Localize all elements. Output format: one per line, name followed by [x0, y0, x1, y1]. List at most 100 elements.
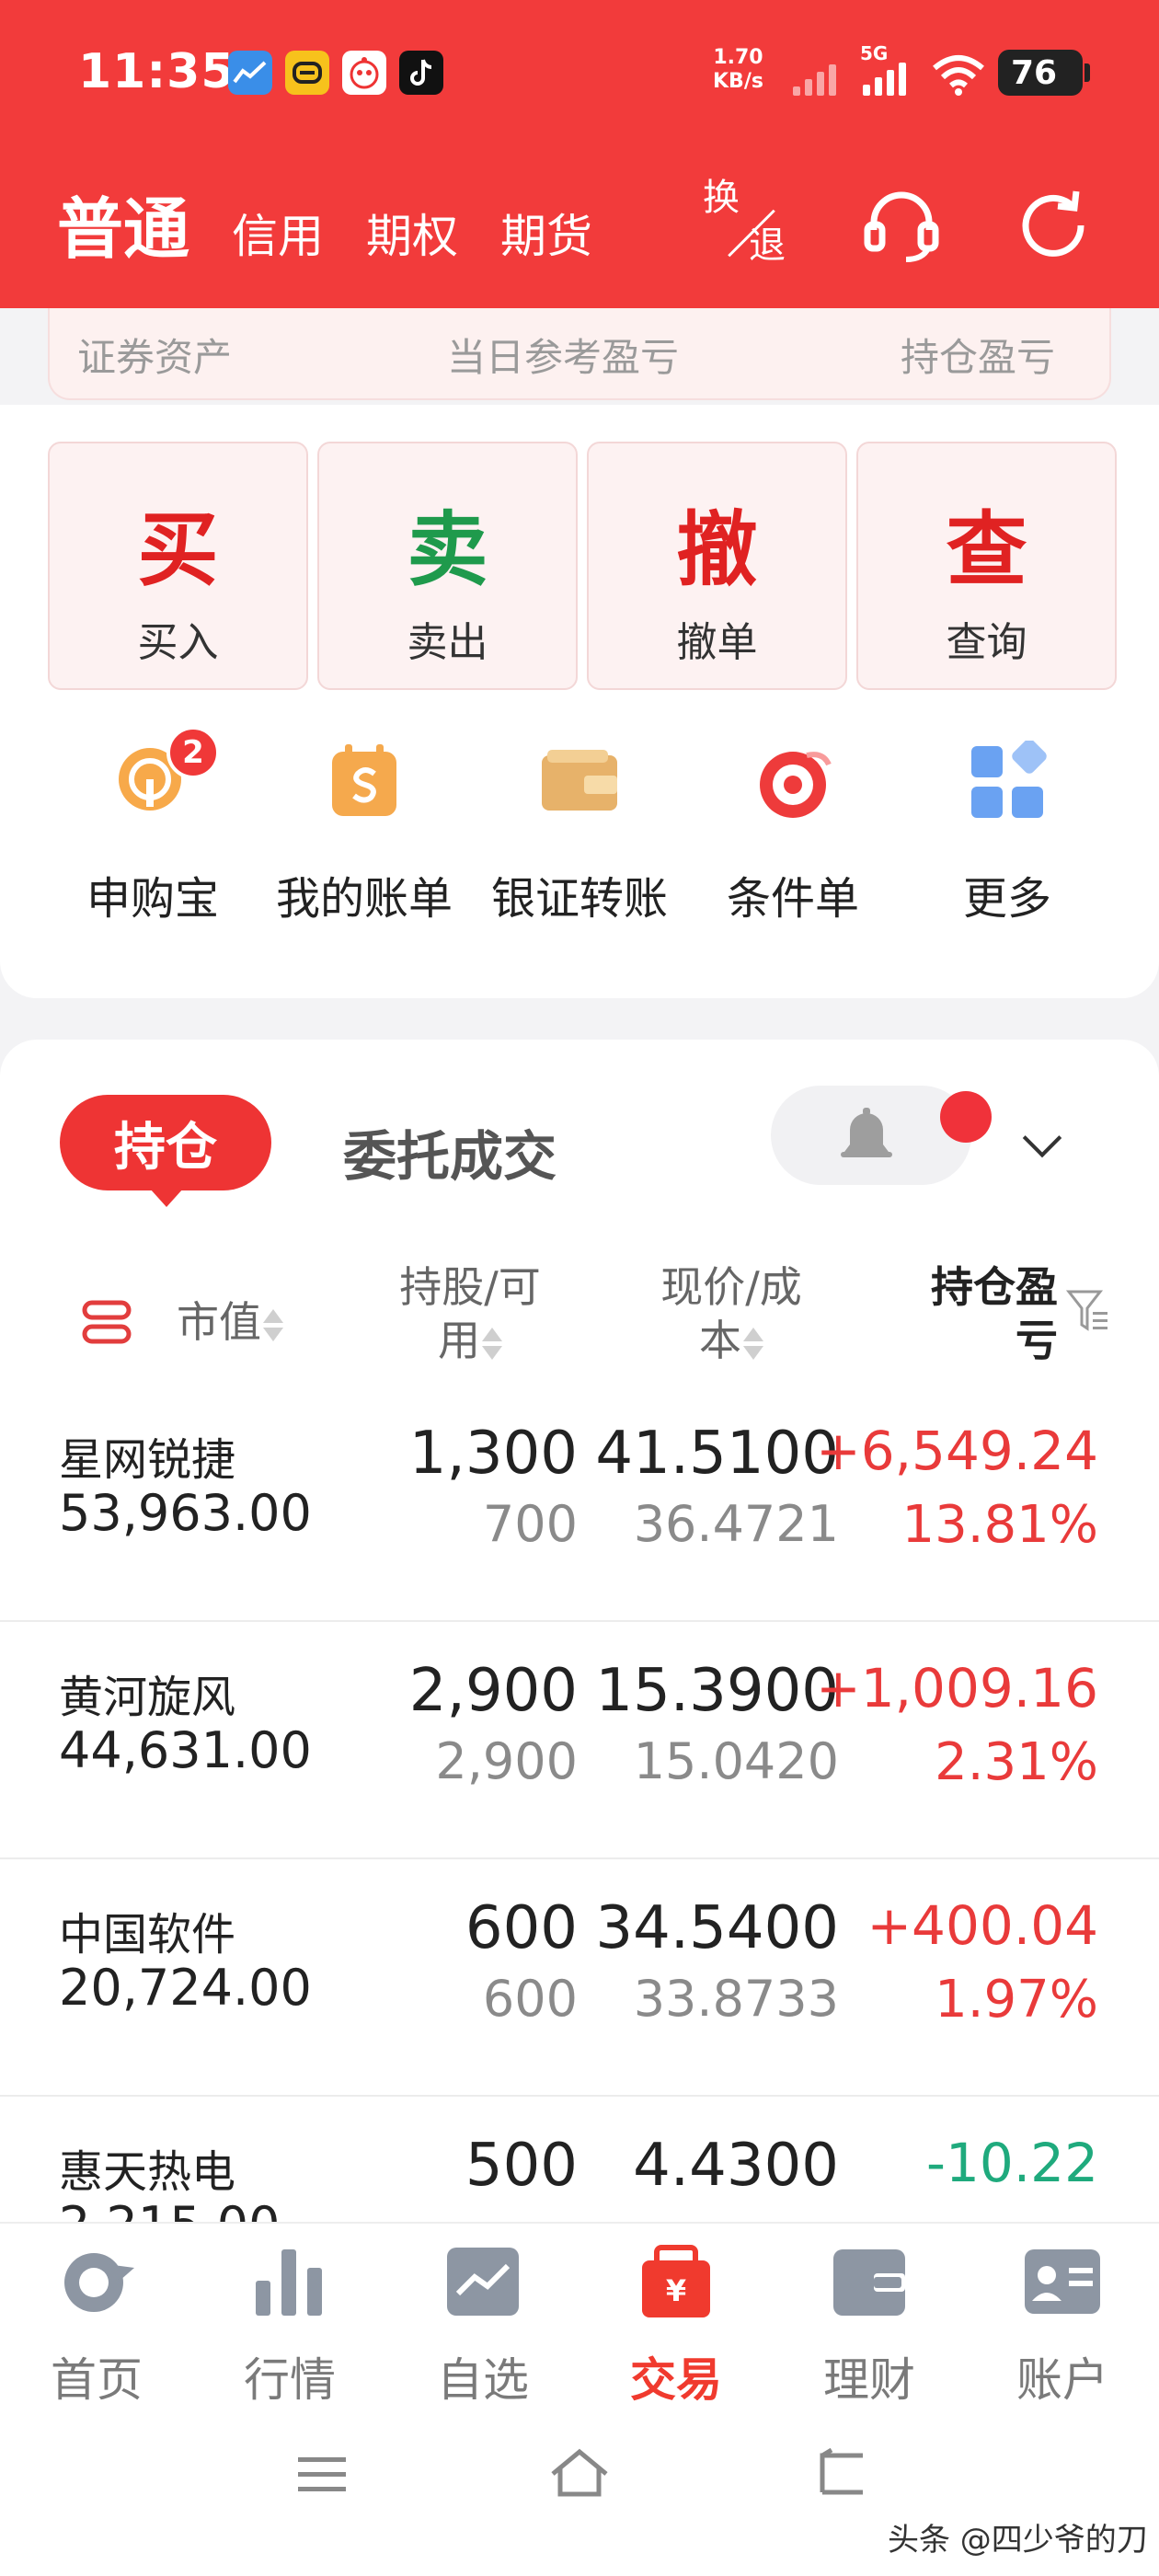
position-pl: +6,549.24	[816, 1420, 1098, 1482]
current-price: 15.3900	[595, 1657, 839, 1725]
home-icon[interactable]	[547, 2446, 612, 2501]
col-qty-available[interactable]: 持股/可 用	[364, 1260, 576, 1367]
available-qty: 2,900	[435, 1732, 578, 1790]
market-value: 2,215.00	[59, 2196, 280, 2222]
list-toggle-icon[interactable]	[81, 1299, 132, 1345]
sort-icon	[480, 1324, 502, 1364]
quick-link-bank-transfer[interactable]: 银证转账	[469, 741, 690, 926]
position-pl: +400.04	[866, 1894, 1098, 1957]
stock-name: 中国软件	[59, 1909, 236, 1961]
refresh-icon[interactable]	[1012, 184, 1095, 267]
bell-icon	[841, 1108, 892, 1157]
wifi-icon	[933, 55, 984, 96]
sort-icon	[741, 1324, 763, 1364]
current-price: 41.5100	[595, 1420, 839, 1488]
watermark: 头条 @四少爷的刀	[888, 2522, 1148, 2559]
buy-button[interactable]: 买 买入	[48, 442, 308, 690]
holding-qty: 500	[465, 2132, 578, 2200]
position-pl: +1,009.16	[816, 1657, 1098, 1719]
quick-links: 2 申购宝 我的账单 银证转账 条件单 更多	[0, 726, 1159, 926]
signal-5g-icon	[863, 59, 906, 96]
chevron-down-icon[interactable]	[1022, 1118, 1062, 1158]
quick-link-conditional-order[interactable]: 条件单	[683, 741, 903, 926]
target-icon	[752, 741, 834, 823]
tab-futures[interactable]: 期货	[500, 200, 592, 266]
app-notification-icon	[228, 51, 272, 95]
nav-account[interactable]: 账户	[980, 2240, 1145, 2409]
trade-icon: ¥	[642, 2245, 710, 2317]
id-card-icon	[1025, 2249, 1100, 2314]
securities-assets-label: 证券资产	[77, 335, 233, 380]
notification-icons	[228, 51, 443, 95]
col-position-pl[interactable]: 持仓盈 亏	[892, 1260, 1058, 1367]
back-icon[interactable]	[808, 2448, 872, 2500]
tab-options[interactable]: 期权	[366, 200, 458, 266]
nav-watchlist[interactable]: 自选	[400, 2240, 566, 2409]
tiktok-icon	[399, 51, 443, 95]
query-button[interactable]: 查 查询	[856, 442, 1117, 690]
notification-toggle[interactable]	[771, 1086, 971, 1185]
clock: 11:35	[78, 44, 235, 99]
tab-credit[interactable]: 信用	[232, 200, 324, 266]
wallet-icon	[833, 2249, 905, 2316]
quick-link-bill[interactable]: 我的账单	[254, 741, 475, 926]
nav-wealth[interactable]: 理财	[786, 2240, 952, 2409]
holding-qty: 600	[465, 1894, 578, 1962]
cost-price: 15.0420	[633, 1732, 839, 1790]
table-row[interactable]: 黄河旋风 44,631.00 2,900 2,900 15.3900 15.04…	[0, 1622, 1159, 1859]
position-pl-label: 持仓盈亏	[901, 335, 1056, 380]
quick-link-subscribe[interactable]: 2 申购宝	[42, 726, 263, 926]
available-qty: 700	[482, 1495, 578, 1553]
menu-icon[interactable]	[294, 2452, 350, 2498]
tab-orders-trades[interactable]: 委托成交	[343, 1113, 557, 1190]
cancel-order-button[interactable]: 撤 撤单	[587, 442, 847, 690]
tab-holdings[interactable]: 持仓	[60, 1095, 271, 1207]
cost-price: 33.8733	[633, 1970, 839, 2028]
table-row[interactable]: 星网锐捷 53,963.00 1,300 700 41.5100 36.4721…	[0, 1385, 1159, 1622]
pl-percent: 1.97%	[935, 1970, 1098, 2030]
subscribe-badge: 2	[166, 726, 220, 779]
trade-action-grid: 买 买入 卖 卖出 撤 撤单 查 查询	[48, 442, 1117, 690]
position-pl: -10.22	[926, 2132, 1098, 2194]
sell-button[interactable]: 卖 卖出	[317, 442, 578, 690]
holding-qty: 1,300	[408, 1420, 578, 1488]
market-value: 20,724.00	[59, 1959, 312, 2017]
bottom-navigation: 首页 行情 自选 ¥ 交易 理财 账户	[0, 2222, 1159, 2415]
current-price: 4.4300	[633, 2132, 839, 2200]
swap-exit-button[interactable]: 换 退	[699, 177, 800, 278]
taxi-app-icon	[285, 51, 329, 95]
nav-home[interactable]: 首页	[14, 2240, 179, 2409]
bar-chart-icon	[256, 2249, 322, 2316]
svg-text:¥: ¥	[666, 2273, 686, 2308]
daily-pl-label: 当日参考盈亏	[447, 335, 680, 380]
battery-indicator: 76	[998, 50, 1090, 96]
line-chart-icon	[447, 2248, 519, 2316]
bill-icon	[323, 741, 406, 823]
nav-market[interactable]: 行情	[207, 2240, 373, 2409]
available-qty: 600	[482, 1970, 578, 2028]
stock-name: 星网锐捷	[59, 1434, 236, 1486]
subscribe-icon: 2	[111, 726, 220, 823]
stock-name: 黄河旋风	[59, 1672, 236, 1723]
filter-icon[interactable]	[1065, 1286, 1109, 1336]
col-market-value[interactable]: 市值	[177, 1295, 283, 1349]
table-row[interactable]: 惠天热电 2,215.00 500 4.4300 -10.22	[0, 2097, 1159, 2222]
col-price-cost[interactable]: 现价/成 本	[625, 1260, 837, 1367]
signal-icon	[793, 59, 836, 96]
holdings-panel: 持仓 委托成交 市值 持股/可 用 现价/成 本 持仓盈 亏 星网锐捷 53,9…	[0, 1040, 1159, 2222]
unread-dot	[940, 1091, 992, 1143]
status-bar: 11:35 1.70 KB/s 5G 76	[0, 0, 1159, 147]
cost-price: 36.4721	[633, 1495, 839, 1553]
tab-normal[interactable]: 普通	[57, 175, 189, 271]
nav-trade[interactable]: ¥ 交易	[593, 2240, 759, 2409]
holding-qty: 2,900	[408, 1657, 578, 1725]
market-value: 53,963.00	[59, 1484, 312, 1542]
table-row[interactable]: 中国软件 20,724.00 600 600 34.5400 33.8733 +…	[0, 1859, 1159, 2097]
quick-link-more[interactable]: 更多	[897, 739, 1118, 926]
wallet-icon	[538, 741, 621, 823]
pl-percent: 13.81%	[901, 1495, 1098, 1555]
pl-percent: 2.31%	[935, 1732, 1098, 1792]
trade-actions-card: 买 买入 卖 卖出 撤 撤单 查 查询 2 申购宝 我的账单 银证转账 条件单 …	[0, 405, 1159, 998]
headset-icon[interactable]	[860, 184, 943, 267]
account-type-tabs: 普通 信用 期权 期货	[57, 175, 592, 271]
